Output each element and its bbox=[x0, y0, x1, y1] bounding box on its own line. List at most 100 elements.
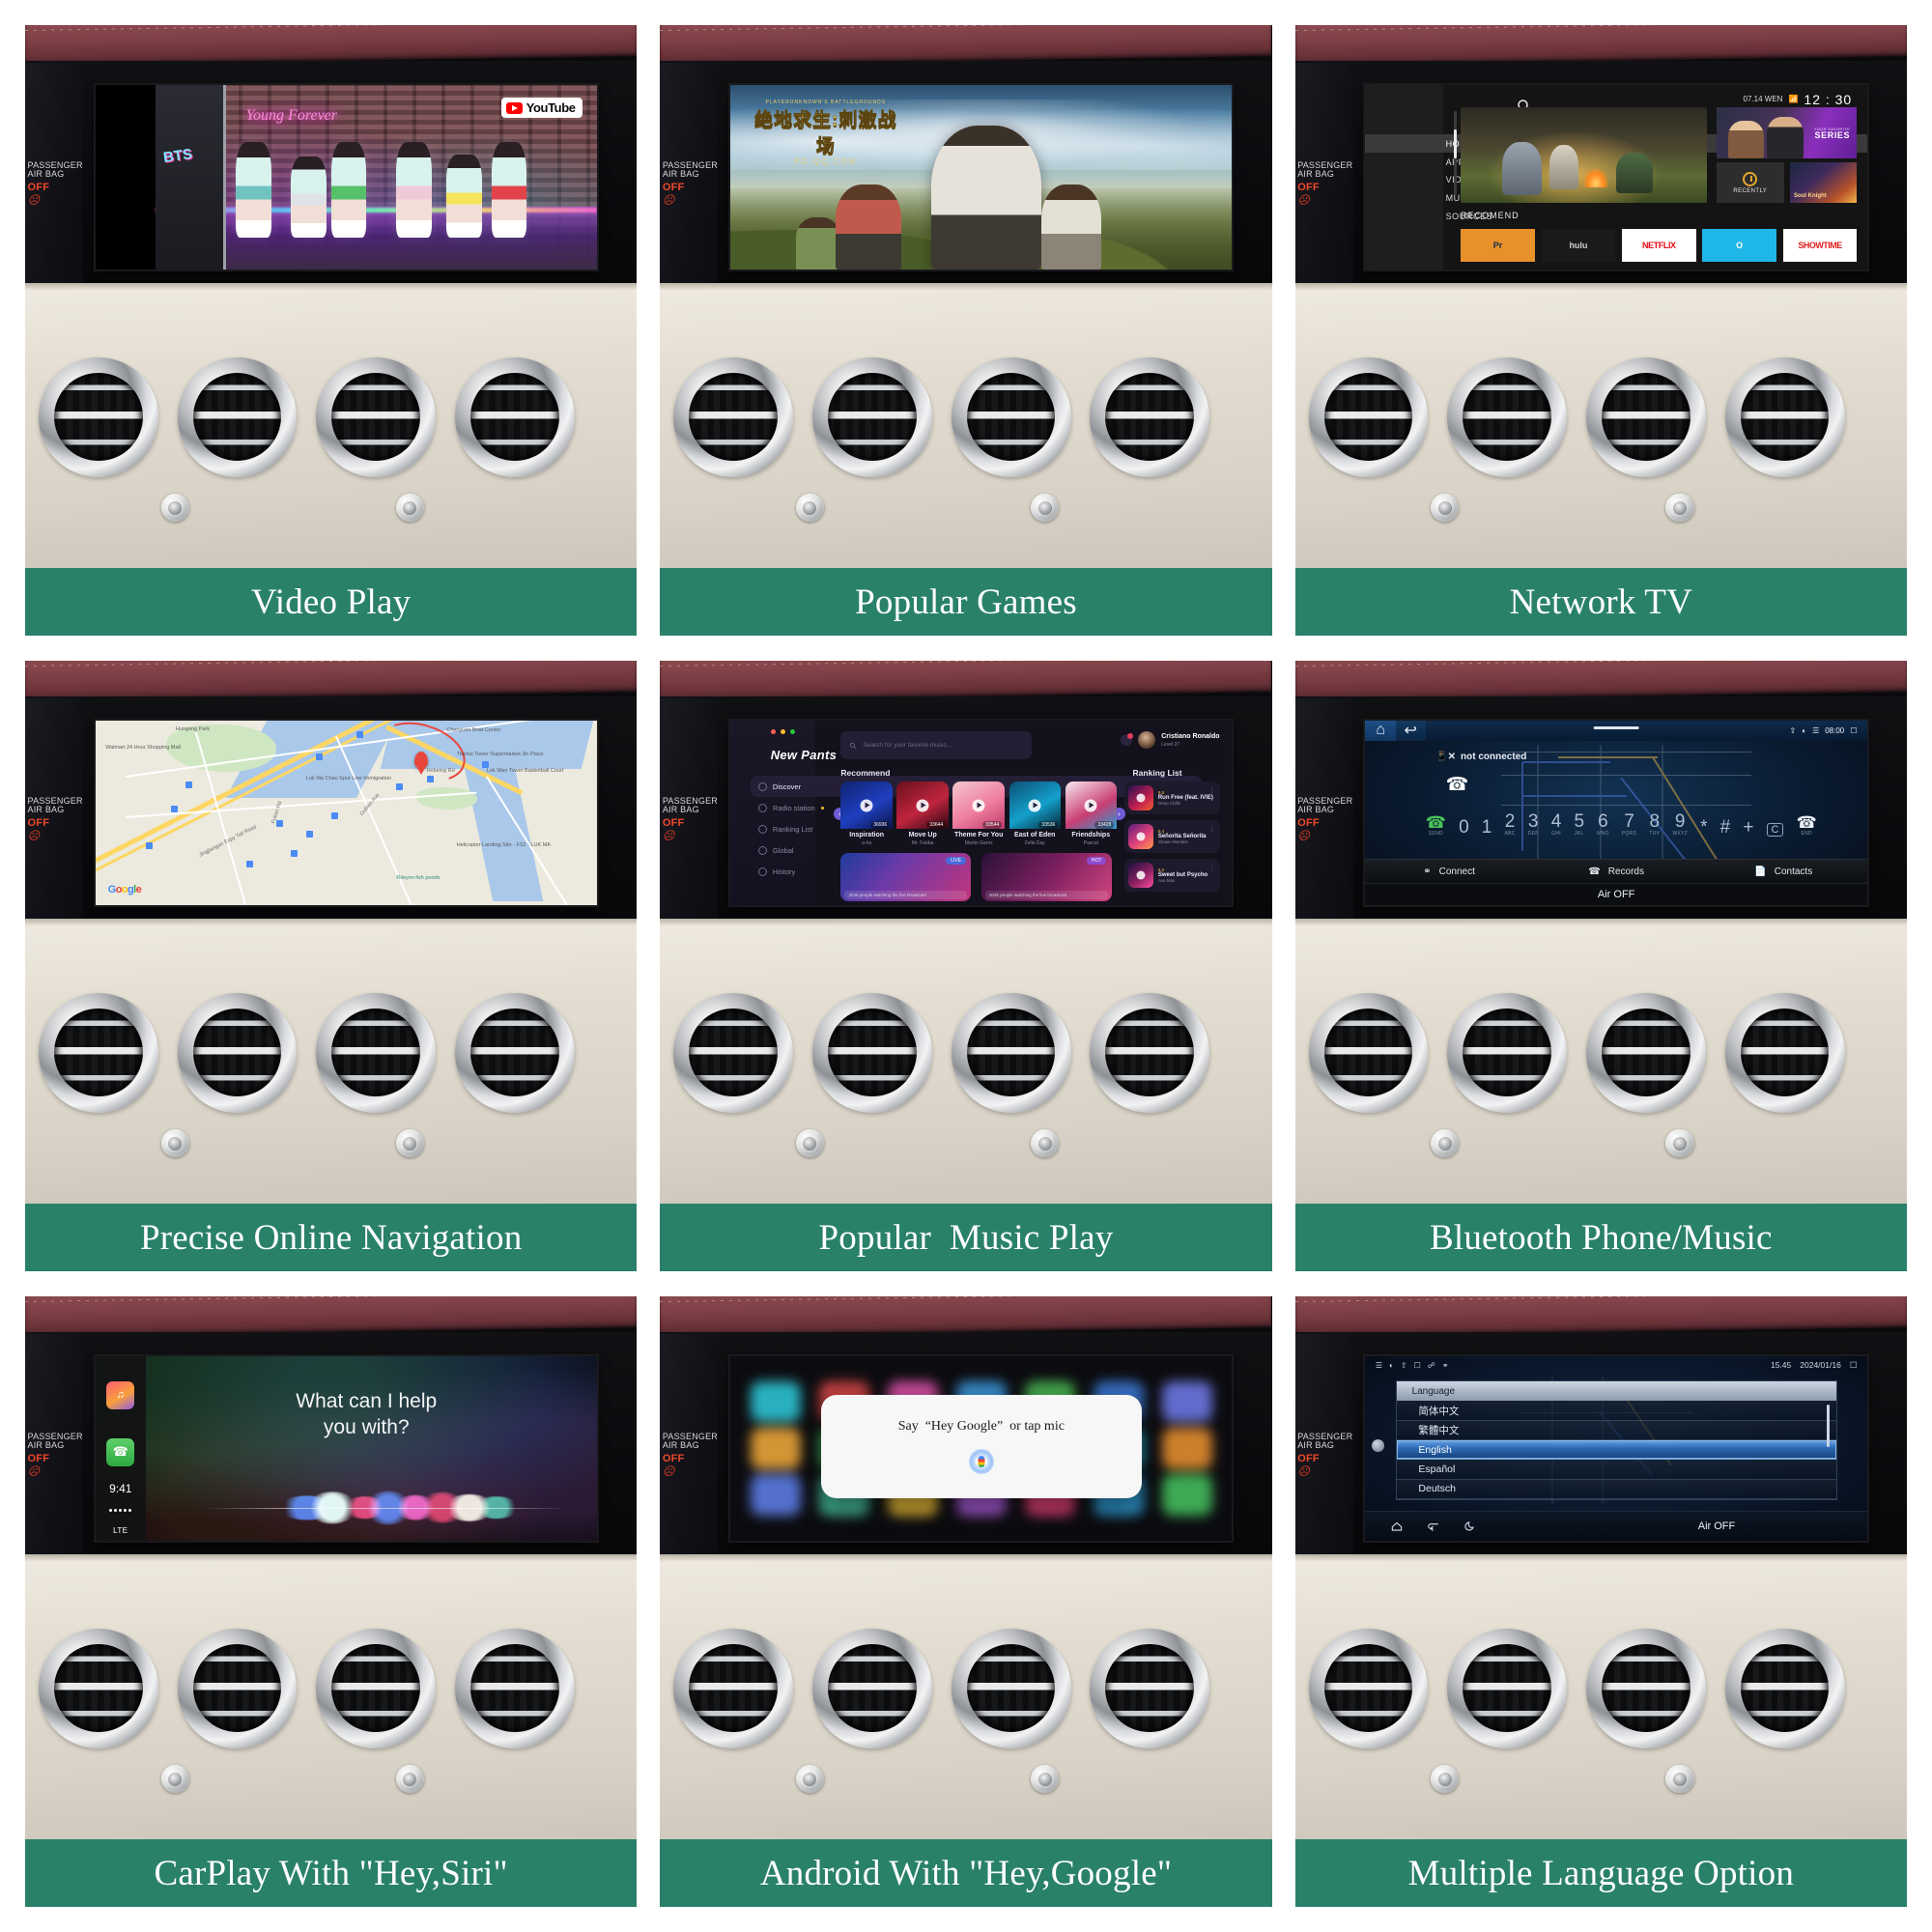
bt-tab-records[interactable]: ☎ Records bbox=[1533, 867, 1700, 877]
tv-tile-knight[interactable]: Soul Knight bbox=[1789, 162, 1858, 204]
air-vent[interactable] bbox=[951, 356, 1071, 477]
google-assistant-screen[interactable]: Say “Hey Google” or tap mic bbox=[730, 1355, 1233, 1541]
infotainment-screen[interactable]: HOME APPS VIDEO MUSIC SOURCES 07.14 WEN … bbox=[1365, 84, 1867, 270]
console-knob[interactable] bbox=[1031, 1765, 1060, 1794]
bt-tab-contacts[interactable]: 📄 Contacts bbox=[1700, 867, 1867, 877]
air-vent[interactable] bbox=[1447, 356, 1568, 477]
play-icon[interactable] bbox=[1136, 870, 1146, 880]
dial-key-8[interactable]: 8 TUV bbox=[1649, 812, 1660, 837]
infotainment-screen[interactable]: New Pants Discover Radio station Ranking… bbox=[730, 720, 1233, 905]
recommend-card[interactable]: 33428 Friendships Pascal bbox=[1065, 781, 1117, 848]
dial-key-7[interactable]: 7 PQRS bbox=[1622, 812, 1636, 837]
dial-key-2[interactable]: 2 ABC bbox=[1504, 812, 1515, 837]
console-knob[interactable] bbox=[1431, 1129, 1460, 1158]
dial-key-star[interactable]: * bbox=[1700, 818, 1707, 837]
air-vent[interactable] bbox=[1585, 1628, 1706, 1748]
air-vent[interactable] bbox=[1090, 356, 1210, 477]
play-icon[interactable] bbox=[1136, 793, 1146, 803]
google-assistant-mic-icon[interactable] bbox=[968, 1448, 994, 1474]
map-poi[interactable] bbox=[396, 782, 404, 790]
app-tile-hulu[interactable]: hulu bbox=[1541, 228, 1616, 263]
air-vent[interactable] bbox=[1308, 992, 1429, 1113]
minimize-dot[interactable] bbox=[780, 729, 785, 735]
tv-tile-series[interactable]: YOUR FAVORITE SERIES bbox=[1717, 106, 1858, 159]
infotainment-screen[interactable]: Hungong Park Walmart 24 Hour Shopping Ma… bbox=[95, 720, 598, 905]
map-poi[interactable] bbox=[185, 781, 193, 788]
console-knob[interactable] bbox=[395, 1765, 424, 1794]
air-vent[interactable] bbox=[1308, 1628, 1429, 1748]
carplay-siri-screen[interactable]: 9:41 LTE What can I help you with? bbox=[95, 1355, 598, 1541]
language-option-zh-tw[interactable]: 繁體中文 bbox=[1396, 1420, 1836, 1440]
app-tile-netflix[interactable]: NETFLIX bbox=[1621, 228, 1696, 263]
air-vent[interactable] bbox=[1585, 356, 1706, 477]
console-knob[interactable] bbox=[1031, 494, 1060, 523]
feature-card-navigation[interactable]: PASSENGER AIR BAG OFF ☹ Hungong Park Wal… bbox=[25, 661, 638, 1271]
infotainment-screen[interactable]: ⌂ ↩ ⇧ ◐ ☰ 08:00 ☐ 📱✕ not connected ☎ ☎ S… bbox=[1365, 720, 1867, 905]
user-area[interactable]: Cristiano Ronaldo Level 27 bbox=[1121, 731, 1220, 750]
air-vent[interactable] bbox=[951, 992, 1071, 1113]
language-panel[interactable]: Language 简体中文 繁體中文 English Español Deuts… bbox=[1395, 1379, 1837, 1500]
dial-key-6[interactable]: 6 MNO bbox=[1597, 812, 1609, 837]
play-icon[interactable] bbox=[1028, 799, 1041, 812]
air-vent[interactable] bbox=[1724, 356, 1845, 477]
infotainment-screen[interactable]: Say “Hey Google” or tap mic bbox=[730, 1355, 1233, 1541]
ranking-row[interactable]: 9.5 Run Free (feat. IVIE) Deep Chills ⋮ bbox=[1123, 781, 1220, 814]
recommend-card[interactable]: 33544 Theme For You Martin Garrix bbox=[952, 781, 1005, 848]
air-vent[interactable] bbox=[1447, 1628, 1568, 1748]
map-poi[interactable] bbox=[355, 731, 363, 739]
console-knob[interactable] bbox=[395, 1129, 424, 1158]
console-knob[interactable] bbox=[795, 1765, 825, 1794]
air-vent[interactable] bbox=[673, 356, 794, 477]
infotainment-screen[interactable]: BTS Young Forever YouTube bbox=[95, 84, 598, 270]
console-knob[interactable] bbox=[160, 494, 189, 523]
more-options-icon[interactable]: ⋮ bbox=[1209, 865, 1215, 871]
system-nav[interactable] bbox=[1365, 1520, 1566, 1533]
call-send-button[interactable]: ☎ SEND bbox=[1426, 814, 1446, 837]
play-icon[interactable] bbox=[1136, 832, 1146, 841]
recommend-card[interactable]: 33536 East of Eden Zella Day bbox=[1009, 781, 1061, 848]
console-knob[interactable] bbox=[1665, 494, 1694, 523]
dial-key-4[interactable]: 4 GHI bbox=[1551, 812, 1562, 837]
app-tile-blue[interactable]: O bbox=[1702, 228, 1777, 263]
map-poi[interactable] bbox=[170, 805, 178, 812]
recommend-carousel[interactable]: 36936 Inspiration a-ha 33644 Move Up Mr.… bbox=[840, 781, 1117, 848]
console-knob[interactable] bbox=[1431, 494, 1460, 523]
app-tile-showtime[interactable]: SHOWTIME bbox=[1782, 228, 1858, 263]
air-vent[interactable] bbox=[316, 1628, 437, 1748]
dial-key-hash[interactable]: # bbox=[1720, 818, 1731, 837]
air-vent[interactable] bbox=[1090, 992, 1210, 1113]
google-maps-view[interactable]: Hungong Park Walmart 24 Hour Shopping Ma… bbox=[95, 720, 598, 905]
notification-bell-icon[interactable] bbox=[1121, 733, 1134, 747]
language-option-deutsch[interactable]: Deutsch bbox=[1396, 1479, 1836, 1499]
feature-card-network-tv[interactable]: PASSENGER AIR BAG OFF ☹ HOME APPS bbox=[1294, 25, 1907, 636]
music-app[interactable]: New Pants Discover Radio station Ranking… bbox=[730, 720, 1233, 905]
app-tile-prime[interactable]: Pr bbox=[1461, 228, 1535, 263]
lang-bottom-bar[interactable]: Air OFF bbox=[1365, 1511, 1867, 1541]
air-vent[interactable] bbox=[1724, 1628, 1845, 1748]
feature-card-popular-games[interactable]: PASSENGER AIR BAG OFF ☹ PLAYERUNKNOWN'S … bbox=[660, 25, 1272, 636]
air-vent[interactable] bbox=[177, 356, 298, 477]
air-vent[interactable] bbox=[1447, 992, 1568, 1113]
feature-card-language[interactable]: PASSENGER AIR BAG OFF ☹ ☰ ◐ ⇧ ☐ ☍ ⚭ 15.4… bbox=[1294, 1296, 1907, 1907]
air-vent[interactable] bbox=[38, 992, 158, 1113]
pubg-game-screen[interactable]: PLAYERUNKNOWN'S BATTLEGROUNDS 绝地求生:刺激战场 … bbox=[730, 84, 1233, 270]
back-arrow-icon[interactable]: ↩ bbox=[1395, 720, 1426, 741]
map-poi[interactable] bbox=[426, 776, 434, 783]
ranking-list[interactable]: 9.5 Run Free (feat. IVIE) Deep Chills ⋮ bbox=[1123, 781, 1220, 897]
map-poi[interactable] bbox=[481, 760, 489, 768]
dial-key-plus[interactable]: + bbox=[1743, 818, 1753, 837]
network-tv-home[interactable]: HOME APPS VIDEO MUSIC SOURCES 07.14 WEN … bbox=[1365, 84, 1867, 270]
air-vent[interactable] bbox=[951, 1628, 1071, 1748]
destination-pin[interactable] bbox=[413, 752, 428, 770]
air-vent[interactable] bbox=[38, 1628, 158, 1748]
carplay-sidebar[interactable]: 9:41 LTE bbox=[95, 1355, 146, 1541]
close-dot[interactable] bbox=[770, 729, 776, 735]
assistant-prompt-card[interactable]: Say “Hey Google” or tap mic bbox=[820, 1394, 1143, 1498]
air-vent[interactable] bbox=[316, 356, 437, 477]
dial-key-1[interactable]: 1 bbox=[1482, 818, 1492, 837]
music-search-bar[interactable]: Search for your favorite music... bbox=[840, 731, 1032, 759]
tv-tile-recently[interactable]: RECENTLY bbox=[1717, 162, 1784, 204]
air-vent[interactable] bbox=[811, 992, 932, 1113]
bluetooth-phone-screen[interactable]: ⌂ ↩ ⇧ ◐ ☰ 08:00 ☐ 📱✕ not connected ☎ ☎ S… bbox=[1365, 720, 1867, 905]
infotainment-screen[interactable]: 9:41 LTE What can I help you with? bbox=[95, 1355, 598, 1541]
